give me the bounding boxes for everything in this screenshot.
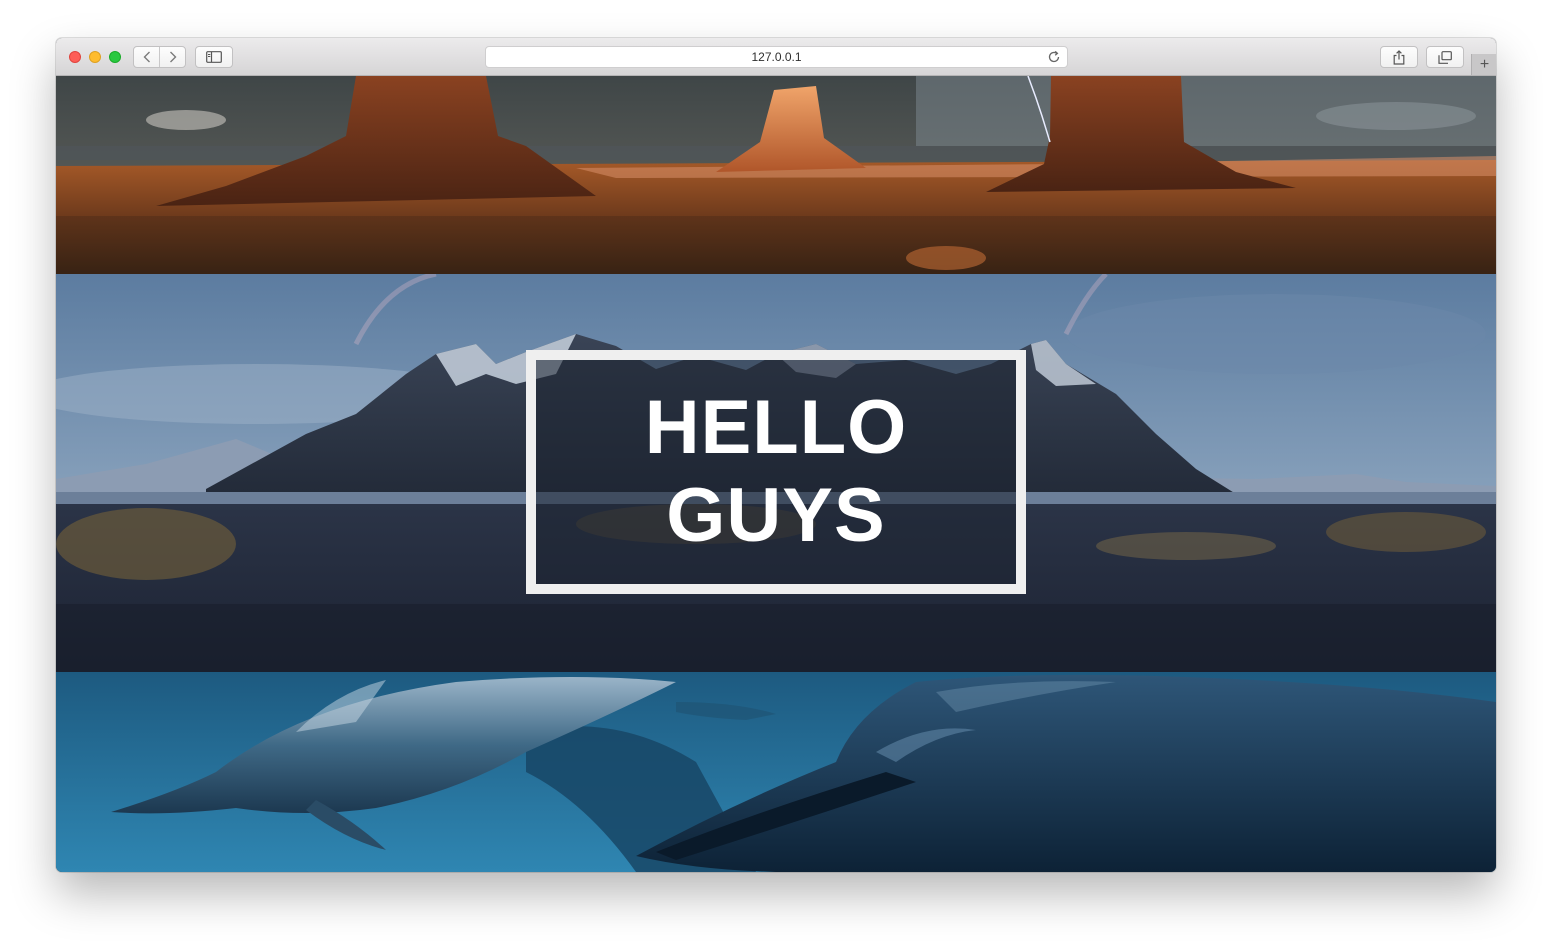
desert-buttes-photo [56, 76, 1496, 274]
reload-icon[interactable] [1047, 50, 1061, 64]
snowy-mountain-beach-photo: HELLO GUYS [56, 274, 1496, 672]
desert-photo-art [56, 76, 1496, 274]
sidebar-button[interactable] [195, 46, 233, 68]
url-text: 127.0.0.1 [751, 50, 802, 64]
address-bar[interactable]: 127.0.0.1 [485, 46, 1068, 68]
forward-button[interactable] [159, 47, 185, 67]
back-button[interactable] [134, 47, 159, 67]
new-tab-button[interactable]: + [1471, 54, 1496, 75]
sidebar-icon [206, 51, 222, 63]
hero-title-line-1: HELLO [644, 385, 908, 470]
close-window-button[interactable] [69, 51, 81, 63]
hero-title-line-2: GUYS [666, 473, 886, 558]
page-viewport: HELLO GUYS [56, 76, 1496, 872]
hero-title-box: HELLO GUYS [526, 350, 1026, 594]
ocean-photo-art [56, 672, 1496, 872]
chevron-right-icon [169, 51, 176, 63]
dolphins-underwater-photo [56, 672, 1496, 872]
minimize-window-button[interactable] [89, 51, 101, 63]
navigation-buttons [133, 46, 186, 68]
chevron-left-icon [143, 51, 150, 63]
browser-toolbar: 127.0.0.1 + [56, 38, 1496, 76]
tabs-overview-icon [1438, 50, 1452, 64]
share-icon [1393, 49, 1405, 65]
zoom-window-button[interactable] [109, 51, 121, 63]
browser-window: 127.0.0.1 + HELLO GUYS [56, 38, 1496, 872]
tabs-overview-button[interactable] [1426, 46, 1464, 68]
share-button[interactable] [1380, 46, 1418, 68]
